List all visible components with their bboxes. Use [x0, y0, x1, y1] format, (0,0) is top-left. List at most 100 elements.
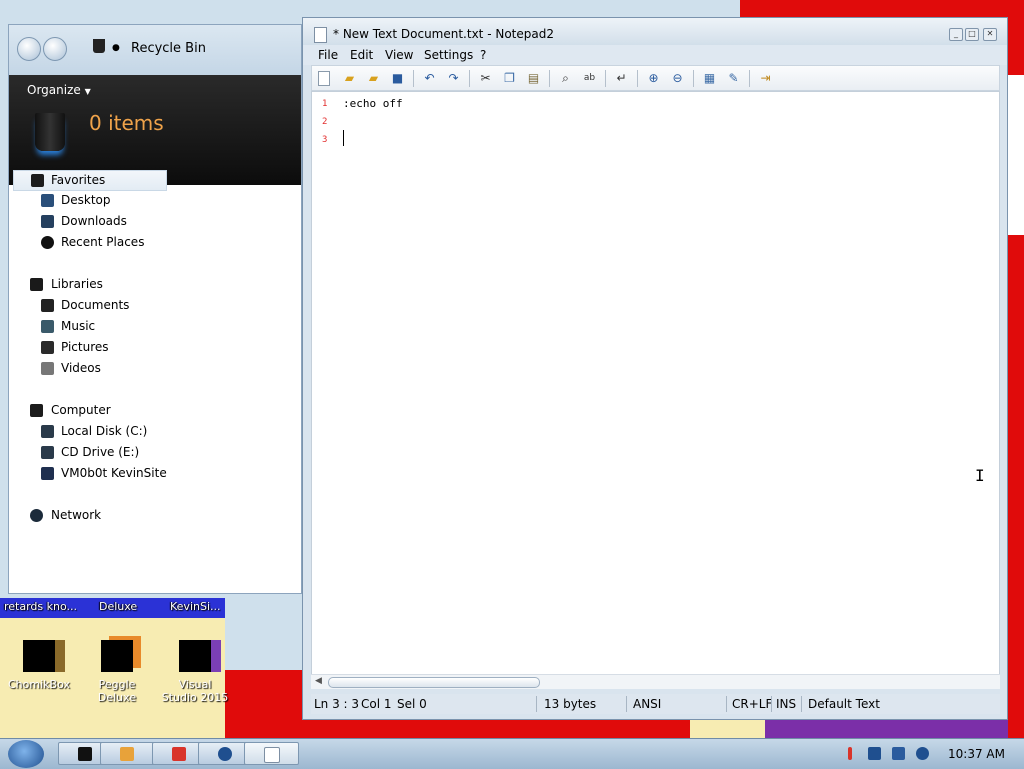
start-button[interactable]	[8, 740, 44, 768]
scroll-left-icon[interactable]: ◀	[315, 676, 322, 686]
zoom-out-icon[interactable]: ⊖	[670, 71, 685, 86]
tray-volume-icon[interactable]	[916, 747, 929, 760]
menu-view[interactable]: View	[385, 48, 413, 62]
scheme-icon[interactable]: ▦	[702, 71, 717, 86]
line-number-gutter	[312, 92, 330, 687]
replace-icon[interactable]: ab	[582, 71, 597, 86]
desktop-icon-peggle[interactable]: Peggle Deluxe	[82, 640, 152, 704]
nav-item-music[interactable]: Music	[9, 317, 209, 336]
nav-item-label: Desktop	[61, 193, 111, 207]
nav-item-label: Libraries	[51, 277, 103, 291]
nav-item-favorites[interactable]: Favorites	[13, 170, 167, 191]
horizontal-scrollbar[interactable]: ◀	[311, 674, 1000, 689]
notepad2-window: * New Text Document.txt - Notepad2 _ □ ✕…	[302, 17, 1008, 720]
tray-indicator-icon	[848, 747, 852, 760]
libraries-icon	[30, 278, 43, 291]
desktop-icon-label: ChomikBox	[8, 678, 70, 691]
menu-settings[interactable]: Settings	[424, 48, 473, 62]
nav-item-label: CD Drive (E:)	[61, 445, 140, 459]
title-bar[interactable]: * New Text Document.txt - Notepad2 _ □ ✕	[303, 18, 1007, 45]
toolbar: ▰ ▰ ■ ↶ ↷ ✂ ❐ ▤ ⌕ ab ↵ ⊕ ⊖ ▦ ✎ ⇥	[311, 65, 1000, 91]
taskbar-clock[interactable]: 10:37 AM	[948, 747, 1005, 761]
nav-item-desktop[interactable]: Desktop	[9, 191, 209, 210]
explorer-icon	[78, 747, 92, 761]
nav-item-documents[interactable]: Documents	[9, 296, 209, 315]
taskbar: 10:37 AM	[0, 738, 1024, 769]
breadcrumb[interactable]: Recycle Bin	[131, 41, 206, 56]
nav-item-kevinsite[interactable]: VM0b0t KevinSite	[9, 464, 229, 483]
maximize-button[interactable]: □	[965, 28, 979, 41]
breadcrumb-separator-icon[interactable]: ●	[112, 43, 120, 53]
documents-icon	[41, 299, 54, 312]
explorer-command-bar: Organize ▼ 0 items	[9, 75, 301, 185]
code-line[interactable]: :echo off	[343, 97, 403, 110]
status-insert-mode[interactable]: INS	[776, 697, 796, 711]
nav-item-network[interactable]: Network	[9, 506, 209, 525]
explorer-window: ● Recycle Bin Organize ▼ 0 items Favorit…	[8, 24, 302, 594]
nav-item-local-disk[interactable]: Local Disk (C:)	[9, 422, 209, 441]
tray-network-icon[interactable]	[892, 747, 905, 760]
nav-item-libraries[interactable]: Libraries	[9, 275, 209, 294]
copy-icon[interactable]: ❐	[502, 71, 517, 86]
desktop-icon-chomikbox[interactable]: ChomikBox	[4, 640, 74, 691]
organize-button[interactable]: Organize ▼	[27, 83, 91, 97]
menu-help[interactable]: ?	[480, 48, 486, 62]
recent-places-icon	[41, 236, 54, 249]
nav-item-videos[interactable]: Videos	[9, 359, 209, 378]
computer-icon	[30, 404, 43, 417]
nav-item-pictures[interactable]: Pictures	[9, 338, 209, 357]
nav-item-recent-places[interactable]: Recent Places	[9, 233, 209, 252]
status-scheme[interactable]: Default Text	[808, 697, 880, 711]
toolbar-separator	[749, 70, 750, 87]
cut-icon[interactable]: ✂	[478, 71, 493, 86]
cd-drive-icon	[41, 446, 54, 459]
nav-item-cd-drive[interactable]: CD Drive (E:)	[9, 443, 209, 462]
nav-item-label: Documents	[61, 298, 130, 312]
nav-item-computer[interactable]: Computer	[9, 401, 209, 420]
desktop-icon	[41, 194, 54, 207]
new-file-icon[interactable]	[318, 71, 330, 86]
desktop-icon-label[interactable]: retards kno...	[4, 600, 77, 613]
find-icon[interactable]: ⌕	[558, 71, 573, 86]
desktop-icon-visual-studio[interactable]: Visual Studio 2015	[160, 640, 230, 704]
minimize-button[interactable]: _	[949, 28, 963, 41]
scrollbar-thumb[interactable]	[328, 677, 540, 688]
taskbar-item-notepad2[interactable]	[244, 742, 299, 765]
toolbar-separator	[413, 70, 414, 87]
menu-bar: File Edit View Settings ?	[303, 45, 1007, 65]
redo-icon[interactable]: ↷	[446, 71, 461, 86]
tray-app-icon[interactable]	[868, 747, 881, 760]
exit-icon[interactable]: ⇥	[758, 71, 773, 86]
text-editor[interactable]: 1 2 3 :echo off	[311, 91, 1000, 688]
toolbar-separator	[605, 70, 606, 87]
toolbar-separator	[637, 70, 638, 87]
word-wrap-icon[interactable]: ↵	[614, 71, 629, 86]
back-button[interactable]	[17, 37, 41, 61]
taskbar-item-media[interactable]	[100, 742, 155, 765]
status-line-endings[interactable]: CR+LF	[732, 697, 772, 711]
undo-icon[interactable]: ↶	[422, 71, 437, 86]
paste-icon[interactable]: ▤	[526, 71, 541, 86]
open-file-icon[interactable]: ▰	[342, 71, 357, 86]
explorer-address-bar: ● Recycle Bin	[9, 25, 301, 75]
notepad-app-icon[interactable]	[314, 27, 327, 43]
nav-item-downloads[interactable]: Downloads	[9, 212, 209, 231]
menu-edit[interactable]: Edit	[350, 48, 373, 62]
close-button[interactable]: ✕	[983, 28, 997, 41]
status-separator	[626, 696, 627, 712]
organize-label: Organize	[27, 83, 81, 97]
desktop-icon-label[interactable]: KevinSi...	[170, 600, 221, 613]
menu-file[interactable]: File	[318, 48, 338, 62]
hamster-icon	[23, 640, 55, 672]
status-encoding[interactable]: ANSI	[633, 697, 661, 711]
desktop-icon-label: Peggle Deluxe	[97, 678, 137, 704]
wallpaper-region	[690, 720, 765, 738]
browser-icon	[218, 747, 232, 761]
desktop-icon-label[interactable]: Deluxe	[99, 600, 137, 613]
save-icon[interactable]: ■	[390, 71, 405, 86]
browse-icon[interactable]: ▰	[366, 71, 381, 86]
zoom-in-icon[interactable]: ⊕	[646, 71, 661, 86]
customize-scheme-icon[interactable]: ✎	[726, 71, 741, 86]
items-count: 0 items	[89, 111, 164, 135]
forward-button[interactable]	[43, 37, 67, 61]
